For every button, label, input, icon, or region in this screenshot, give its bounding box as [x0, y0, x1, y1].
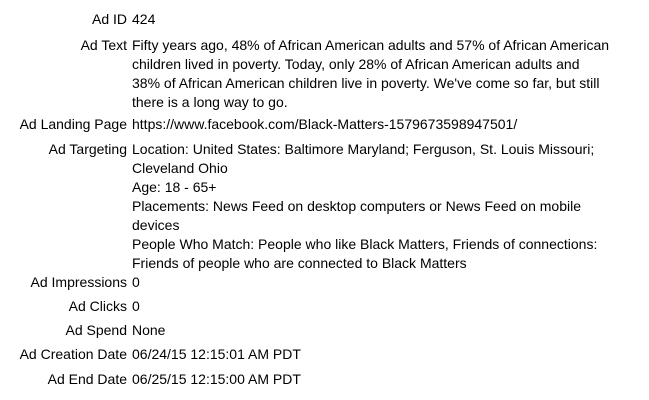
ad-clicks-label: Ad Clicks — [68, 298, 127, 314]
ad-impressions-value: 0 — [132, 274, 140, 290]
ad-id-label: Ad ID — [91, 11, 127, 27]
ad-text-line: Fifty years ago, 48% of African American… — [132, 37, 610, 53]
ad-spend-label: Ad Spend — [65, 322, 128, 338]
ad-targeting-label: Ad Targeting — [48, 141, 127, 157]
ad-targeting-line: Age: 18 - 65+ — [132, 179, 217, 195]
ad-targeting-line: People Who Match: People who like Black … — [132, 236, 598, 252]
ad-end-date-value: 06/25/15 12:15:00 AM PDT — [132, 371, 301, 387]
ad-text-value: Fifty years ago, 48% of African American… — [132, 36, 644, 112]
ad-creation-date-label: Ad Creation Date — [19, 346, 127, 362]
ad-targeting-line: Friends of people who are connected to B… — [132, 255, 467, 271]
ad-record: Ad ID 424 Ad Text Fifty years ago, 48% o… — [0, 0, 649, 400]
ad-text-line: there is a long way to go. — [132, 94, 288, 110]
ad-text-line: 38% of African American children live in… — [132, 75, 600, 91]
ad-targeting-line: Location: United States: Baltimore Maryl… — [132, 141, 595, 157]
ad-impressions-label: Ad Impressions — [30, 274, 127, 290]
ad-id-value: 424 — [132, 11, 156, 27]
ad-text-label: Ad Text — [80, 37, 127, 53]
ad-targeting-value: Location: United States: Baltimore Maryl… — [132, 140, 644, 273]
ad-clicks-value: 0 — [132, 298, 140, 314]
ad-end-date-label: Ad End Date — [47, 371, 127, 387]
ad-landing-page-label: Ad Landing Page — [19, 116, 127, 132]
ad-creation-date-value: 06/24/15 12:15:01 AM PDT — [132, 346, 301, 362]
ad-spend-value: None — [132, 322, 166, 338]
ad-targeting-line: devices — [132, 217, 180, 233]
ad-targeting-line: Placements: News Feed on desktop compute… — [132, 198, 581, 214]
ad-text-line: children lived in poverty. Today, only 2… — [132, 56, 580, 72]
ad-targeting-line: Cleveland Ohio — [132, 160, 228, 176]
ad-landing-page-url: https://www.facebook.com/Black-Matters-1… — [132, 116, 518, 132]
